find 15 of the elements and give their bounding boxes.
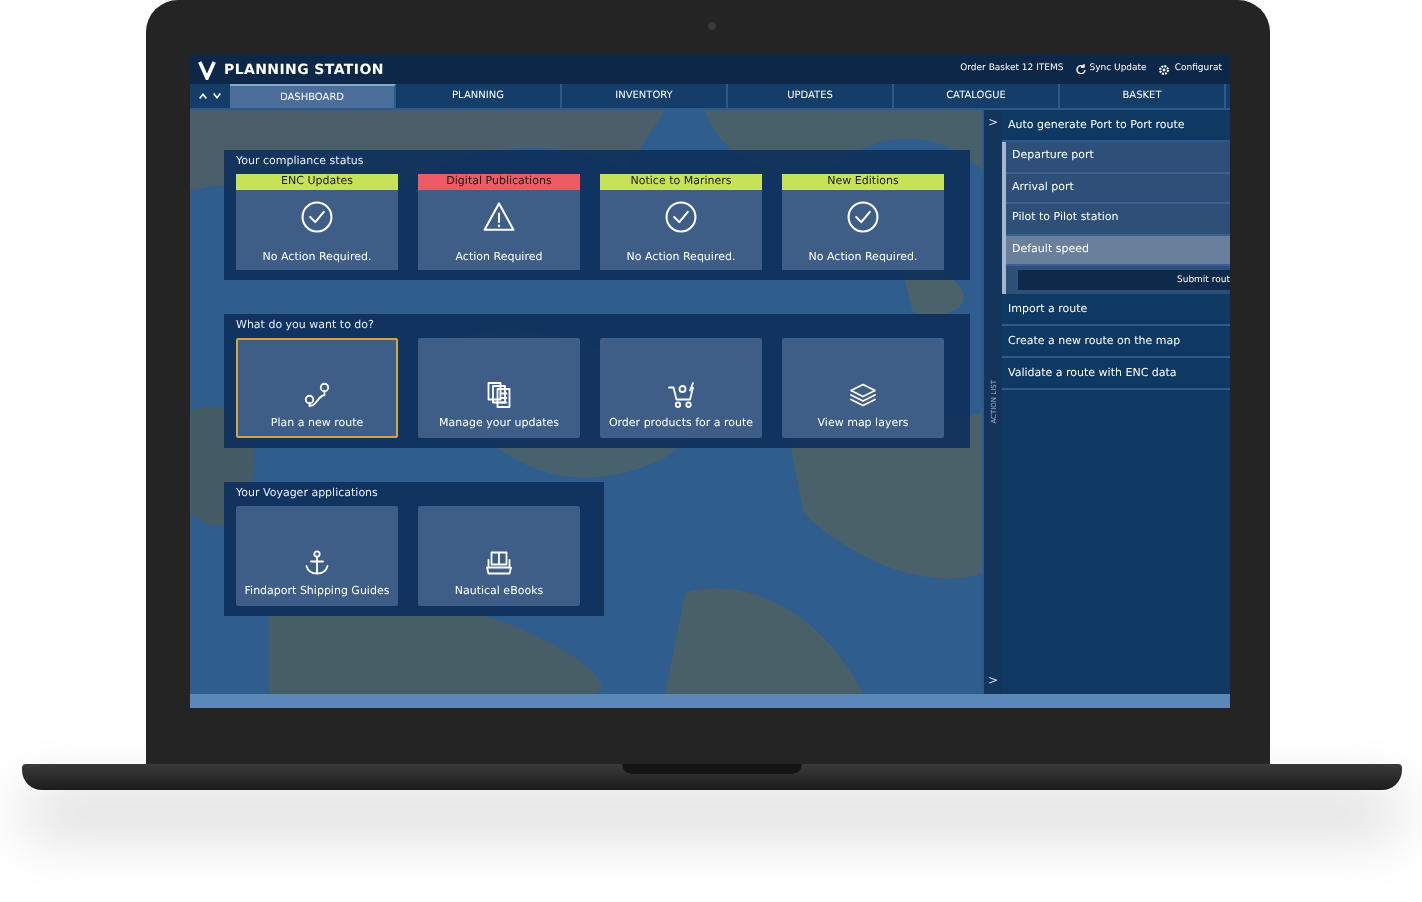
check-circle-icon — [300, 200, 334, 234]
book-icon — [484, 548, 514, 578]
caret-down-icon[interactable] — [212, 92, 222, 100]
route-pins-icon — [302, 380, 332, 410]
check-circle-icon — [846, 200, 880, 234]
check-circle-icon — [664, 200, 698, 234]
caret-up-icon[interactable] — [198, 92, 208, 100]
warning-icon — [482, 200, 516, 234]
anchor-icon — [302, 548, 332, 578]
layers-icon — [848, 380, 878, 410]
sync-icon — [1075, 64, 1086, 74]
settings-icon — [1158, 63, 1171, 75]
logo-icon — [198, 59, 216, 79]
cart-icon — [666, 380, 696, 410]
documents-icon — [484, 380, 514, 410]
